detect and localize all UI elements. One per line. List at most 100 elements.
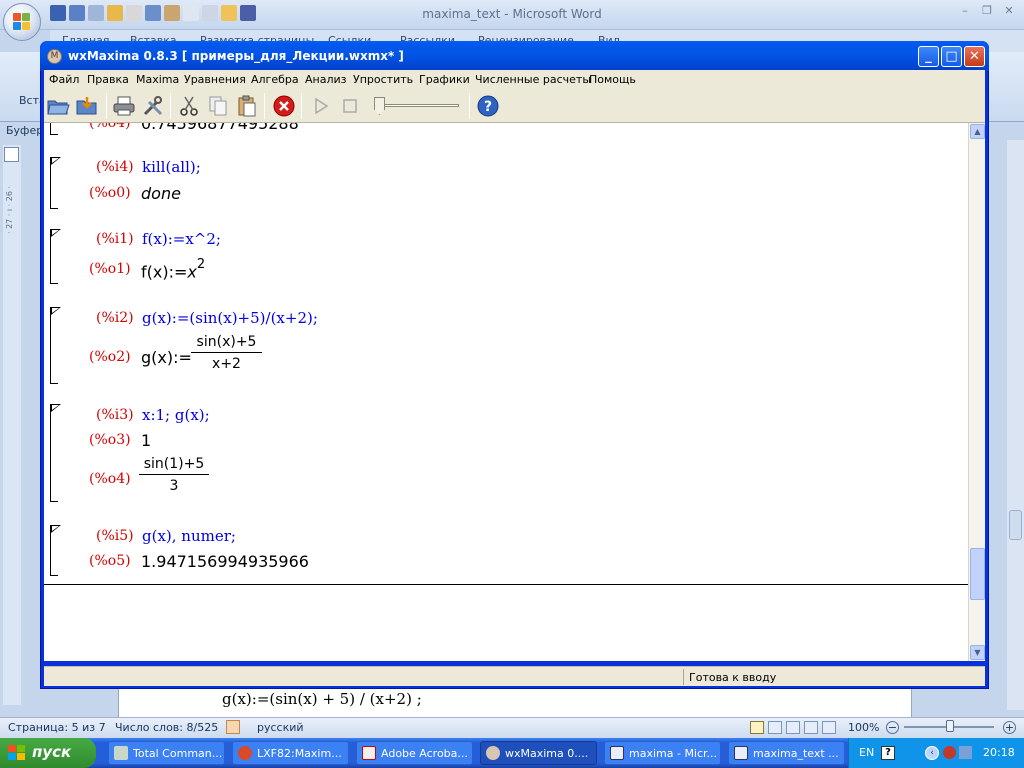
draft-icon[interactable] (822, 721, 836, 734)
cell-bracket[interactable] (50, 157, 61, 209)
print-layout-icon[interactable] (750, 721, 764, 734)
output-prefix: g(x):= (141, 348, 192, 367)
menu-file[interactable]: Файл (49, 73, 79, 86)
restore-icon[interactable]: ❐ (980, 5, 994, 17)
input-line[interactable]: kill(all); (142, 158, 201, 176)
tab-selector[interactable] (4, 147, 19, 162)
print-preview-icon[interactable] (126, 5, 142, 21)
word-vertical-scrollbar[interactable] (1007, 140, 1024, 710)
wxmaxima-app-icon[interactable]: M (47, 49, 62, 64)
configure-icon[interactable] (141, 94, 165, 118)
maximize-button[interactable]: □ (941, 46, 962, 67)
folder-icon[interactable] (221, 5, 237, 21)
keyboard-language[interactable]: EN (859, 746, 874, 759)
menu-calculus[interactable]: Анализ (305, 73, 347, 86)
worksheet-scrollbar[interactable]: ▲ ▼ (968, 123, 985, 661)
cell-bracket[interactable] (50, 525, 61, 576)
font-size-icon[interactable] (240, 5, 256, 21)
cell-bracket[interactable] (50, 404, 61, 502)
wxmaxima-menubar: Файл Правка Maxima Уравнения Алгебра Ана… (44, 70, 985, 89)
taskbar-button-wxmaxima[interactable]: wxMaxima 0.... (480, 741, 597, 765)
spelling-icon[interactable] (145, 5, 161, 21)
taskbar-button-word-maxima[interactable]: maxima - Micr... (604, 741, 721, 765)
input-line[interactable]: g(x), numer; (142, 527, 236, 545)
start-button[interactable]: пуск (0, 738, 96, 768)
zoom-in-icon[interactable]: + (1003, 721, 1016, 734)
cell-bracket[interactable] (50, 123, 60, 135)
web-layout-icon[interactable] (786, 721, 800, 734)
wxmaxima-status-bar: Готова к вводу (44, 666, 985, 686)
taskbar-button-lxf[interactable]: LXF82:Maxim... (232, 741, 349, 765)
scroll-thumb[interactable] (1009, 510, 1022, 540)
print-icon[interactable] (112, 94, 136, 118)
help-icon[interactable]: ? (476, 94, 500, 118)
minimize-icon[interactable]: – (958, 5, 972, 17)
open-icon[interactable] (107, 5, 123, 21)
menu-simplify[interactable]: Упростить (353, 73, 413, 86)
worksheet[interactable]: (%o4) 0.74596877495288 (%i4) kill(all); … (44, 123, 968, 661)
page-counter[interactable]: Страница: 5 из 7 (8, 721, 106, 734)
save-icon[interactable] (50, 5, 66, 21)
fraction-denominator: x+2 (212, 356, 241, 372)
close-icon[interactable]: ✕ (1002, 5, 1016, 17)
cut-icon[interactable] (177, 94, 201, 118)
menu-edit[interactable]: Правка (87, 73, 129, 86)
menu-algebra[interactable]: Алгебра (251, 73, 299, 86)
menu-equations[interactable]: Уравнения (184, 73, 246, 86)
full-screen-icon[interactable] (768, 721, 782, 734)
zoom-slider-thumb[interactable] (946, 720, 954, 732)
wxmaxima-title-bar[interactable]: M wxMaxima 0.8.3 [ примеры_для_Лекции.wx… (40, 41, 989, 71)
clock[interactable]: 20:18 (983, 746, 1015, 759)
document-text-line: g(x):=(sin(x) + 5) / (x+2) ; (222, 690, 422, 708)
interrupt-icon[interactable] (272, 94, 296, 118)
open-icon[interactable] (46, 94, 70, 118)
edit-icon[interactable] (164, 5, 180, 21)
help-icon[interactable]: ? (881, 746, 895, 760)
paste-icon[interactable] (235, 94, 259, 118)
toolbar-separator (469, 93, 470, 119)
show-hidden-icons-icon[interactable]: ‹ (925, 746, 939, 760)
input-line[interactable]: f(x):=x^2; (142, 230, 221, 248)
taskbar-button-word-maxima-text[interactable]: maxima_text ... (728, 741, 845, 765)
cell-bracket[interactable] (50, 229, 61, 284)
zoom-out-icon[interactable]: − (886, 721, 899, 734)
menu-numeric[interactable]: Численные расчеты (475, 73, 591, 86)
zoom-icon[interactable] (202, 5, 218, 21)
save-icon[interactable] (75, 94, 99, 118)
system-tray: EN ? ‹ 20:18 (848, 738, 1024, 768)
undo-icon[interactable] (69, 5, 85, 21)
scroll-down-icon[interactable]: ▼ (970, 645, 985, 660)
scroll-thumb[interactable] (970, 548, 985, 600)
copy-icon[interactable] (206, 94, 230, 118)
scroll-up-icon[interactable]: ▲ (970, 124, 985, 139)
quick-access-toolbar (50, 5, 256, 23)
menu-maxima[interactable]: Maxima (136, 73, 179, 86)
taskbar-button-acrobat[interactable]: Adobe Acroba... (356, 741, 473, 765)
input-label: (%i2) (96, 310, 134, 326)
input-line[interactable]: g(x):=(sin(x)+5)/(x+2); (142, 309, 318, 327)
word-count[interactable]: Число слов: 8/525 (115, 721, 218, 734)
taskbar-label: maxima_text ... (753, 747, 839, 760)
network-icon[interactable] (959, 746, 972, 759)
office-button[interactable] (3, 3, 41, 41)
insertion-cursor-line[interactable] (44, 584, 968, 585)
pilcrow-icon[interactable] (183, 5, 199, 21)
play-icon[interactable] (309, 94, 333, 118)
animation-slider-track[interactable] (377, 104, 459, 107)
zoom-level[interactable]: 100% (848, 721, 879, 734)
input-label: (%i1) (96, 231, 134, 247)
redo-icon[interactable] (88, 5, 104, 21)
taskbar-button-total-commander[interactable]: Total Comman... (108, 741, 225, 765)
antivirus-icon[interactable] (943, 746, 956, 759)
cell-bracket[interactable] (50, 307, 61, 384)
minimize-button[interactable]: _ (918, 46, 939, 67)
close-button[interactable]: ✕ (964, 46, 985, 67)
input-line[interactable]: x:1; g(x); (142, 406, 210, 424)
menu-plotting[interactable]: Графики (419, 73, 470, 86)
word-doc-icon (610, 746, 624, 760)
proofing-icon[interactable] (226, 720, 240, 734)
outline-icon[interactable] (804, 721, 818, 734)
menu-help[interactable]: Помощь (589, 73, 636, 86)
language-indicator[interactable]: русский (257, 721, 304, 734)
stop-icon[interactable] (338, 94, 362, 118)
